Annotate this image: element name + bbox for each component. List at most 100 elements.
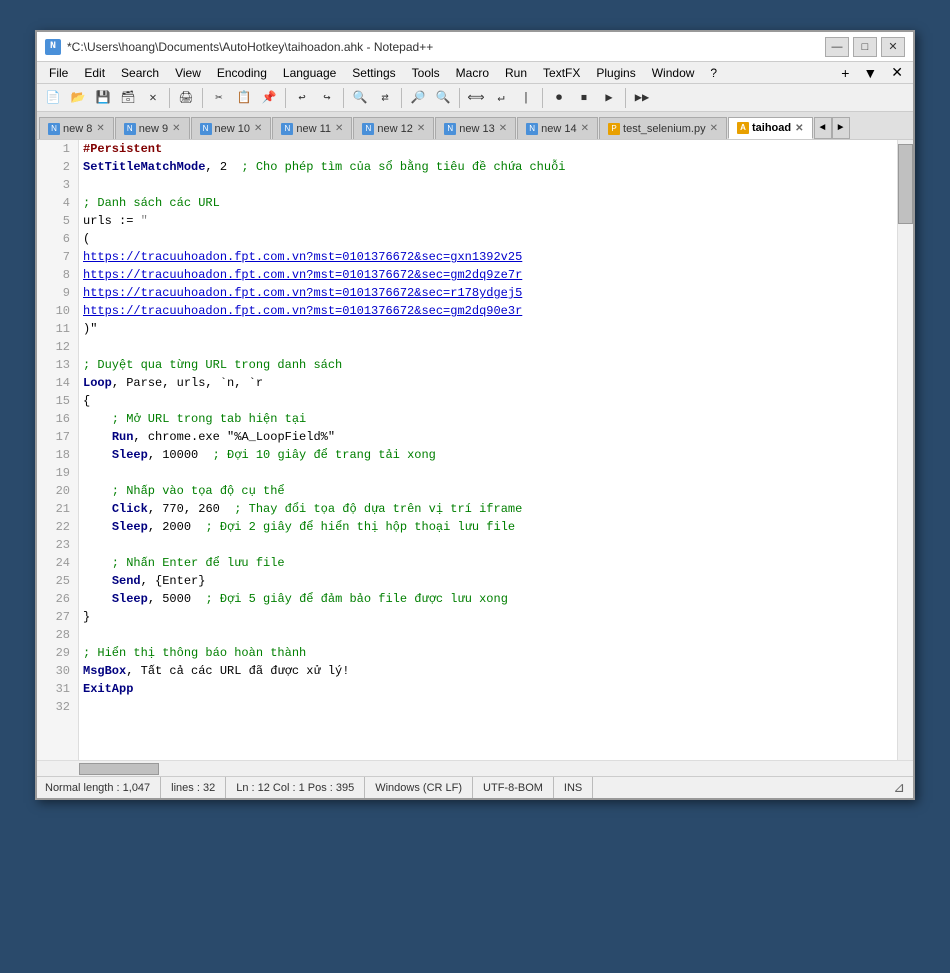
tab-new12[interactable]: N new 12 ✕ <box>353 117 434 139</box>
code-content[interactable]: #PersistentSetTitleMatchMode, 2 ; Cho ph… <box>79 140 897 760</box>
code-line[interactable]: urls := " <box>83 212 893 230</box>
close-all-button[interactable]: ✕ <box>885 64 909 81</box>
code-line[interactable]: { <box>83 392 893 410</box>
menu-help[interactable]: ? <box>702 64 725 82</box>
menu-window[interactable]: Window <box>644 64 703 82</box>
code-line[interactable]: https://tracuuhoadon.fpt.com.vn?mst=0101… <box>83 248 893 266</box>
tab-new10[interactable]: N new 10 ✕ <box>191 117 272 139</box>
code-line[interactable]: https://tracuuhoadon.fpt.com.vn?mst=0101… <box>83 302 893 320</box>
tab-close-selenium[interactable]: ✕ <box>710 123 718 134</box>
scrollbar-vertical[interactable] <box>897 140 913 760</box>
code-line[interactable]: ; Danh sách các URL <box>83 194 893 212</box>
status-encoding[interactable]: UTF-8-BOM <box>473 777 554 798</box>
code-line[interactable] <box>83 626 893 644</box>
menu-language[interactable]: Language <box>275 64 344 82</box>
code-line[interactable] <box>83 338 893 356</box>
tab-dropdown-button[interactable]: ▼ <box>857 65 883 81</box>
code-line[interactable]: ( <box>83 230 893 248</box>
scroll-thumb[interactable] <box>898 144 913 224</box>
redo-button[interactable]: ↪ <box>315 86 339 110</box>
h-scroll-thumb[interactable] <box>79 763 159 775</box>
tab-selenium[interactable]: P test_selenium.py ✕ <box>599 117 727 139</box>
menu-file[interactable]: File <box>41 64 76 82</box>
tab-new11[interactable]: N new 11 ✕ <box>272 117 352 139</box>
tab-close-new9[interactable]: ✕ <box>172 123 180 134</box>
code-line[interactable]: Loop, Parse, urls, `n, `r <box>83 374 893 392</box>
zoom-out-button[interactable]: 🔍 <box>431 86 455 110</box>
indent-guide-button[interactable]: | <box>514 86 538 110</box>
code-line[interactable]: MsgBox, Tất cả các URL đã được xử lý! <box>83 662 893 680</box>
code-line[interactable] <box>83 698 893 716</box>
tab-new8[interactable]: N new 8 ✕ <box>39 117 114 139</box>
menu-search[interactable]: Search <box>113 64 167 82</box>
replace-button[interactable]: ⇄ <box>373 86 397 110</box>
undo-button[interactable]: ↩ <box>290 86 314 110</box>
code-line[interactable]: #Persistent <box>83 140 893 158</box>
tab-close-new8[interactable]: ✕ <box>96 123 104 134</box>
tab-close-new14[interactable]: ✕ <box>581 123 589 134</box>
close-button[interactable]: ✕ <box>881 37 905 57</box>
code-line[interactable] <box>83 464 893 482</box>
tab-new9[interactable]: N new 9 ✕ <box>115 117 190 139</box>
tab-new14[interactable]: N new 14 ✕ <box>517 117 598 139</box>
code-line[interactable]: ExitApp <box>83 680 893 698</box>
code-line[interactable]: Send, {Enter} <box>83 572 893 590</box>
code-line[interactable]: Sleep, 5000 ; Đợi 5 giây để đảm bảo file… <box>83 590 893 608</box>
tab-close-new13[interactable]: ✕ <box>499 123 507 134</box>
save-all-button[interactable]: 🗃 <box>116 86 140 110</box>
sync-scroll-button[interactable]: ⟺ <box>464 86 488 110</box>
menu-macro[interactable]: Macro <box>448 64 497 82</box>
tab-close-new10[interactable]: ✕ <box>254 123 262 134</box>
code-line[interactable]: Sleep, 2000 ; Đợi 2 giây để hiển thị hộp… <box>83 518 893 536</box>
tab-close-new12[interactable]: ✕ <box>417 123 425 134</box>
zoom-in-button[interactable]: 🔎 <box>406 86 430 110</box>
menu-plugins[interactable]: Plugins <box>588 64 643 82</box>
code-line[interactable] <box>83 536 893 554</box>
code-line[interactable]: ; Duyệt qua từng URL trong danh sách <box>83 356 893 374</box>
new-button[interactable]: 📄 <box>41 86 65 110</box>
new-tab-button[interactable]: + <box>835 65 855 81</box>
code-line[interactable]: ; Hiển thị thông báo hoàn thành <box>83 644 893 662</box>
menu-edit[interactable]: Edit <box>76 64 113 82</box>
macro-play-button[interactable]: ▶ <box>597 86 621 110</box>
menu-encoding[interactable]: Encoding <box>209 64 275 82</box>
code-line[interactable] <box>83 176 893 194</box>
find-button[interactable]: 🔍 <box>348 86 372 110</box>
menu-tools[interactable]: Tools <box>404 64 448 82</box>
code-line[interactable]: Run, chrome.exe "%A_LoopField%" <box>83 428 893 446</box>
status-line-ending[interactable]: Windows (CR LF) <box>365 777 473 798</box>
cut-button[interactable]: ✂ <box>207 86 231 110</box>
code-line[interactable]: Sleep, 10000 ; Đợi 10 giây để trang tải … <box>83 446 893 464</box>
open-button[interactable]: 📂 <box>66 86 90 110</box>
resize-handle[interactable]: ⊿ <box>893 779 905 796</box>
code-line[interactable]: SetTitleMatchMode, 2 ; Cho phép tìm của … <box>83 158 893 176</box>
tabs-next-button[interactable]: ► <box>832 117 850 139</box>
copy-button[interactable]: 📋 <box>232 86 256 110</box>
paste-button[interactable]: 📌 <box>257 86 281 110</box>
macro-stop-button[interactable]: ⏹ <box>572 86 596 110</box>
tab-close-taihoad[interactable]: ✕ <box>795 123 803 134</box>
code-line[interactable]: ; Mở URL trong tab hiện tại <box>83 410 893 428</box>
menu-settings[interactable]: Settings <box>344 64 403 82</box>
print-button[interactable]: 🖨 <box>174 86 198 110</box>
code-line[interactable]: https://tracuuhoadon.fpt.com.vn?mst=0101… <box>83 266 893 284</box>
run-button[interactable]: ▶▶ <box>630 86 654 110</box>
minimize-button[interactable]: — <box>825 37 849 57</box>
tab-taihoad[interactable]: A taihoad ✕ <box>728 117 813 139</box>
code-line[interactable]: ; Nhấn Enter để lưu file <box>83 554 893 572</box>
code-line[interactable]: } <box>83 608 893 626</box>
menu-run[interactable]: Run <box>497 64 535 82</box>
menu-textfx[interactable]: TextFX <box>535 64 588 82</box>
tabs-prev-button[interactable]: ◄ <box>814 117 832 139</box>
scrollbar-horizontal[interactable] <box>37 760 913 776</box>
wordwrap-button[interactable]: ↵ <box>489 86 513 110</box>
code-line[interactable]: )" <box>83 320 893 338</box>
code-line[interactable]: ; Nhấp vào tọa độ cụ thể <box>83 482 893 500</box>
save-button[interactable]: 💾 <box>91 86 115 110</box>
close-button-tb[interactable]: ✕ <box>141 86 165 110</box>
menu-view[interactable]: View <box>167 64 209 82</box>
code-line[interactable]: Click, 770, 260 ; Thay đổi tọa độ dựa tr… <box>83 500 893 518</box>
tab-close-new11[interactable]: ✕ <box>335 123 343 134</box>
code-line[interactable]: https://tracuuhoadon.fpt.com.vn?mst=0101… <box>83 284 893 302</box>
macro-record-button[interactable]: ⏺ <box>547 86 571 110</box>
